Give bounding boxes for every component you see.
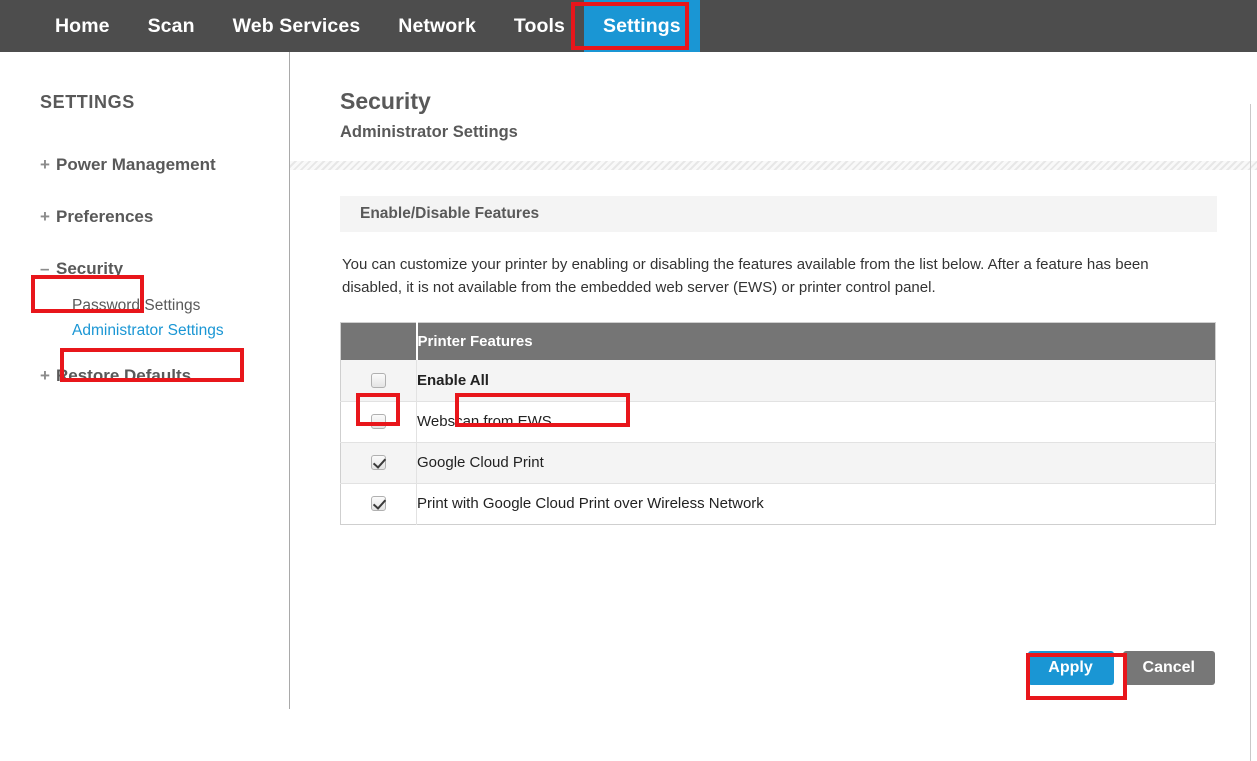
printer-features-table: Printer Features Enable All Webscan from… [340, 321, 1216, 525]
nav-item-scan[interactable]: Scan [129, 0, 214, 52]
row-checkbox-cell[interactable] [340, 360, 417, 402]
table-row: Google Cloud Print [340, 442, 1216, 484]
sidebar-item-power-management[interactable]: + Power Management [40, 155, 289, 175]
section-divider [290, 161, 1257, 170]
footer-button-group: Apply Cancel [1027, 651, 1215, 685]
section-header-enable-disable-features: Enable/Disable Features [340, 196, 1217, 232]
apply-button[interactable]: Apply [1027, 651, 1114, 685]
nav-item-network[interactable]: Network [379, 0, 495, 52]
sidebar-label-preferences: Preferences [56, 207, 154, 226]
nav-item-home[interactable]: Home [36, 0, 129, 52]
section-header-label: Enable/Disable Features [360, 205, 540, 222]
row-label-google-cloud-print: Google Cloud Print [417, 454, 544, 472]
sidebar-item-password-settings[interactable]: Password Settings [72, 297, 289, 315]
table-row: Enable All [340, 360, 1216, 402]
page-subtitle: Administrator Settings [340, 123, 518, 141]
checkbox-enable-all[interactable] [371, 372, 386, 388]
page-body: SETTINGS + Power Management + Preferences … [0, 52, 1257, 761]
sidebar-label-power-management: Power Management [56, 155, 216, 174]
main-content: Security Administrator Settings Enable/D… [290, 52, 1257, 709]
table-body: Enable All Webscan from EWS Google Cloud… [340, 360, 1216, 525]
intro-description: You can customize your printer by enabli… [342, 256, 1149, 296]
row-label-webscan-from-ews: Webscan from EWS [417, 413, 552, 431]
expand-plus-icon: + [40, 207, 50, 226]
sidebar-label-restore-defaults: Restore Defaults [56, 366, 192, 385]
top-navigation-bar: Home Scan Web Services Network Tools Set… [0, 0, 1257, 52]
sidebar-item-restore-defaults[interactable]: + Restore Defaults [40, 366, 289, 386]
collapse-minus-icon: – [40, 259, 50, 278]
sidebar-item-preferences[interactable]: + Preferences [40, 207, 289, 227]
sidebar-item-administrator-settings[interactable]: Administrator Settings [72, 322, 289, 340]
expand-plus-icon: + [40, 366, 50, 385]
table-header-row: Printer Features [340, 322, 1216, 361]
sidebar: SETTINGS + Power Management + Preferences … [0, 52, 290, 709]
checkbox-webscan-from-ews[interactable] [371, 413, 386, 429]
nav-item-tools[interactable]: Tools [495, 0, 584, 52]
nav-item-settings[interactable]: Settings [583, 0, 700, 52]
checkbox-print-with-google-cloud-print-over-wireless[interactable] [371, 495, 386, 511]
page-right-rule [1250, 104, 1251, 761]
row-label-print-with-google-cloud-print-over-wireless: Print with Google Cloud Print over Wirel… [417, 495, 764, 513]
sidebar-item-security[interactable]: – Security [40, 259, 289, 279]
cancel-button[interactable]: Cancel [1122, 651, 1215, 685]
sidebar-title: SETTINGS [40, 92, 135, 112]
row-checkbox-cell[interactable] [340, 401, 417, 443]
column-header-checkbox [340, 322, 418, 361]
table-row: Print with Google Cloud Print over Wirel… [340, 483, 1216, 525]
row-label-enable-all: Enable All [417, 371, 489, 389]
page-title: Security [340, 88, 431, 114]
nav-item-web-services[interactable]: Web Services [214, 0, 380, 52]
row-checkbox-cell[interactable] [340, 483, 417, 525]
row-checkbox-cell[interactable] [340, 442, 417, 484]
checkbox-google-cloud-print[interactable] [371, 454, 386, 470]
expand-plus-icon: + [40, 155, 50, 174]
table-header: Printer Features [340, 322, 1216, 361]
table-row: Webscan from EWS [340, 401, 1216, 443]
sidebar-label-security: Security [56, 259, 124, 278]
column-header-printer-features: Printer Features [416, 322, 1216, 361]
